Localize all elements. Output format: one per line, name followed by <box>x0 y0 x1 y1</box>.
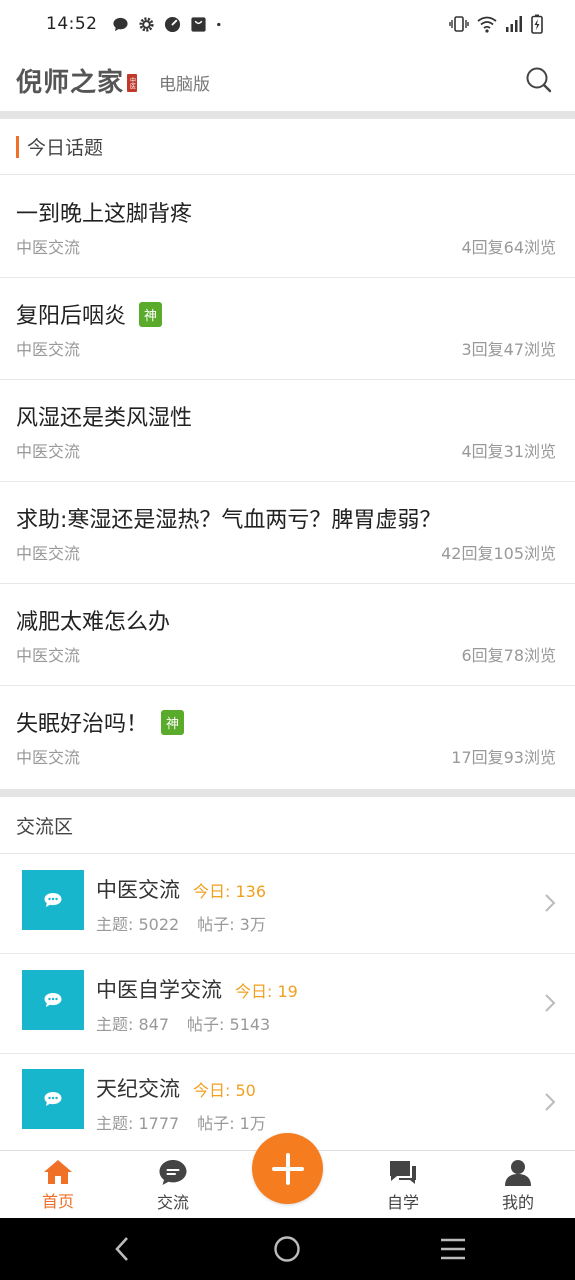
chat-bubble-icon <box>112 17 128 31</box>
forums-header: 交流区 <box>0 797 575 854</box>
forum-icon <box>22 870 84 930</box>
topic-title: 减肥太难怎么办 <box>16 610 171 635</box>
topic-category: 中医交流 <box>16 238 81 257</box>
nav-home[interactable]: 首页 <box>18 1159 98 1212</box>
forum-topics-count: 主题: 1777 <box>96 1114 180 1133</box>
status-icons-left <box>112 16 226 33</box>
divider <box>0 111 575 119</box>
back-button[interactable] <box>107 1234 137 1264</box>
forum-today-count: 今日: 136 <box>193 882 267 901</box>
nav-label: 自学 <box>386 1193 419 1212</box>
topic-item[interactable]: 一到晚上这脚背疼 中医交流 4回复64浏览 <box>0 176 575 278</box>
forum-today-count: 今日: 19 <box>235 982 298 1001</box>
nav-label: 交流 <box>156 1193 189 1212</box>
search-icon <box>526 67 552 93</box>
recents-button[interactable] <box>438 1234 468 1264</box>
wifi-icon <box>477 16 497 33</box>
topic-title: 失眠好治吗！ <box>16 712 149 737</box>
topic-title: 一到晚上这脚背疼 <box>16 202 193 227</box>
logo-seal: 中医 <box>127 74 138 92</box>
chat-bubble-icon <box>44 993 62 1007</box>
nav-profile[interactable]: 我的 <box>478 1159 558 1213</box>
vibrate-icon <box>449 16 469 32</box>
desktop-version-link[interactable]: 电脑版 <box>159 70 210 95</box>
speedometer-icon <box>164 16 180 32</box>
divider <box>0 789 575 797</box>
topic-stats: 4回复31浏览 <box>461 442 556 461</box>
forum-item[interactable]: 中医自学交流 今日: 19 主题: 847 帖子: 5143 <box>0 954 575 1054</box>
topic-title: 风湿还是类风湿性 <box>16 406 193 431</box>
search-button[interactable] <box>519 60 559 100</box>
signal-icon <box>506 16 522 32</box>
gear-icon <box>138 16 154 32</box>
section-title: 今日话题 <box>27 137 104 159</box>
forum-today-count: 今日: 50 <box>193 1081 256 1100</box>
messages-icon <box>390 1161 416 1184</box>
shen-badge: 神 <box>139 301 163 327</box>
chat-icon <box>159 1160 187 1185</box>
forum-topics-count: 主题: 5022 <box>96 915 180 934</box>
topic-item[interactable]: 减肥太难怎么办 中医交流 6回复78浏览 <box>0 584 575 686</box>
topic-stats: 17回复93浏览 <box>451 748 556 767</box>
chevron-right-icon <box>545 1093 556 1111</box>
status-bar: 14:52 <box>0 0 575 48</box>
nav-label: 我的 <box>501 1193 534 1212</box>
accent-bar <box>16 135 19 158</box>
topic-category: 中医交流 <box>16 544 81 563</box>
chat-bubble-icon <box>44 1092 62 1106</box>
forum-posts-count: 帖子: 1万 <box>197 1114 266 1133</box>
status-icons-right <box>449 14 543 34</box>
forum-topics-count: 主题: 847 <box>96 1015 170 1034</box>
status-time: 14:52 <box>46 14 98 34</box>
menu-icon <box>441 1238 465 1260</box>
home-icon <box>44 1160 72 1184</box>
home-button[interactable] <box>272 1234 302 1264</box>
forum-posts-count: 帖子: 3万 <box>197 915 266 934</box>
nav-label: 首页 <box>41 1192 74 1211</box>
forum-icon <box>22 970 84 1030</box>
chevron-right-icon <box>545 894 556 912</box>
topic-item[interactable]: 失眠好治吗！ 神 中医交流 17回复93浏览 <box>0 686 575 788</box>
system-nav-bar <box>0 1218 575 1280</box>
dot-icon <box>216 22 220 26</box>
app-header: 倪师之家 中医 电脑版 <box>0 48 575 112</box>
new-post-button[interactable] <box>252 1133 323 1204</box>
forum-name: 中医交流 <box>96 878 180 902</box>
topic-stats: 42回复105浏览 <box>441 544 556 563</box>
circle-home-icon <box>274 1236 300 1262</box>
topic-stats: 3回复47浏览 <box>461 340 556 359</box>
back-icon <box>115 1237 128 1261</box>
shopping-bag-icon <box>190 16 206 32</box>
user-icon <box>505 1160 531 1186</box>
plus-icon <box>271 1152 304 1185</box>
forum-name: 天纪交流 <box>96 1077 180 1101</box>
topic-item[interactable]: 风湿还是类风湿性 中医交流 4回复31浏览 <box>0 380 575 482</box>
today-topics-header: 今日话题 <box>0 119 575 175</box>
topic-category: 中医交流 <box>16 646 81 665</box>
topic-title: 求助:寒湿还是湿热？气血两亏？脾胃虚弱？ <box>16 508 442 533</box>
app-logo[interactable]: 倪师之家 <box>16 62 124 99</box>
chat-bubble-icon <box>44 893 62 907</box>
nav-chat[interactable]: 交流 <box>133 1159 213 1213</box>
shen-badge: 神 <box>161 709 185 735</box>
forum-name: 中医自学交流 <box>96 978 222 1002</box>
battery-charging-icon <box>531 14 543 34</box>
nav-self-study[interactable]: 自学 <box>363 1159 443 1213</box>
topic-category: 中医交流 <box>16 340 81 359</box>
topic-category: 中医交流 <box>16 748 81 767</box>
topic-item[interactable]: 求助:寒湿还是湿热？气血两亏？脾胃虚弱？ 中医交流 42回复105浏览 <box>0 482 575 584</box>
section-title: 交流区 <box>16 815 74 838</box>
topic-item[interactable]: 复阳后咽炎神 中医交流 3回复47浏览 <box>0 278 575 380</box>
chevron-right-icon <box>545 994 556 1012</box>
forum-item[interactable]: 中医交流 今日: 136 主题: 5022 帖子: 3万 <box>0 854 575 954</box>
topic-category: 中医交流 <box>16 442 81 461</box>
forum-posts-count: 帖子: 5143 <box>187 1015 271 1034</box>
topic-title: 复阳后咽炎 <box>16 304 127 329</box>
topic-stats: 6回复78浏览 <box>461 646 556 665</box>
forum-icon <box>22 1069 84 1129</box>
topic-stats: 4回复64浏览 <box>461 238 556 257</box>
